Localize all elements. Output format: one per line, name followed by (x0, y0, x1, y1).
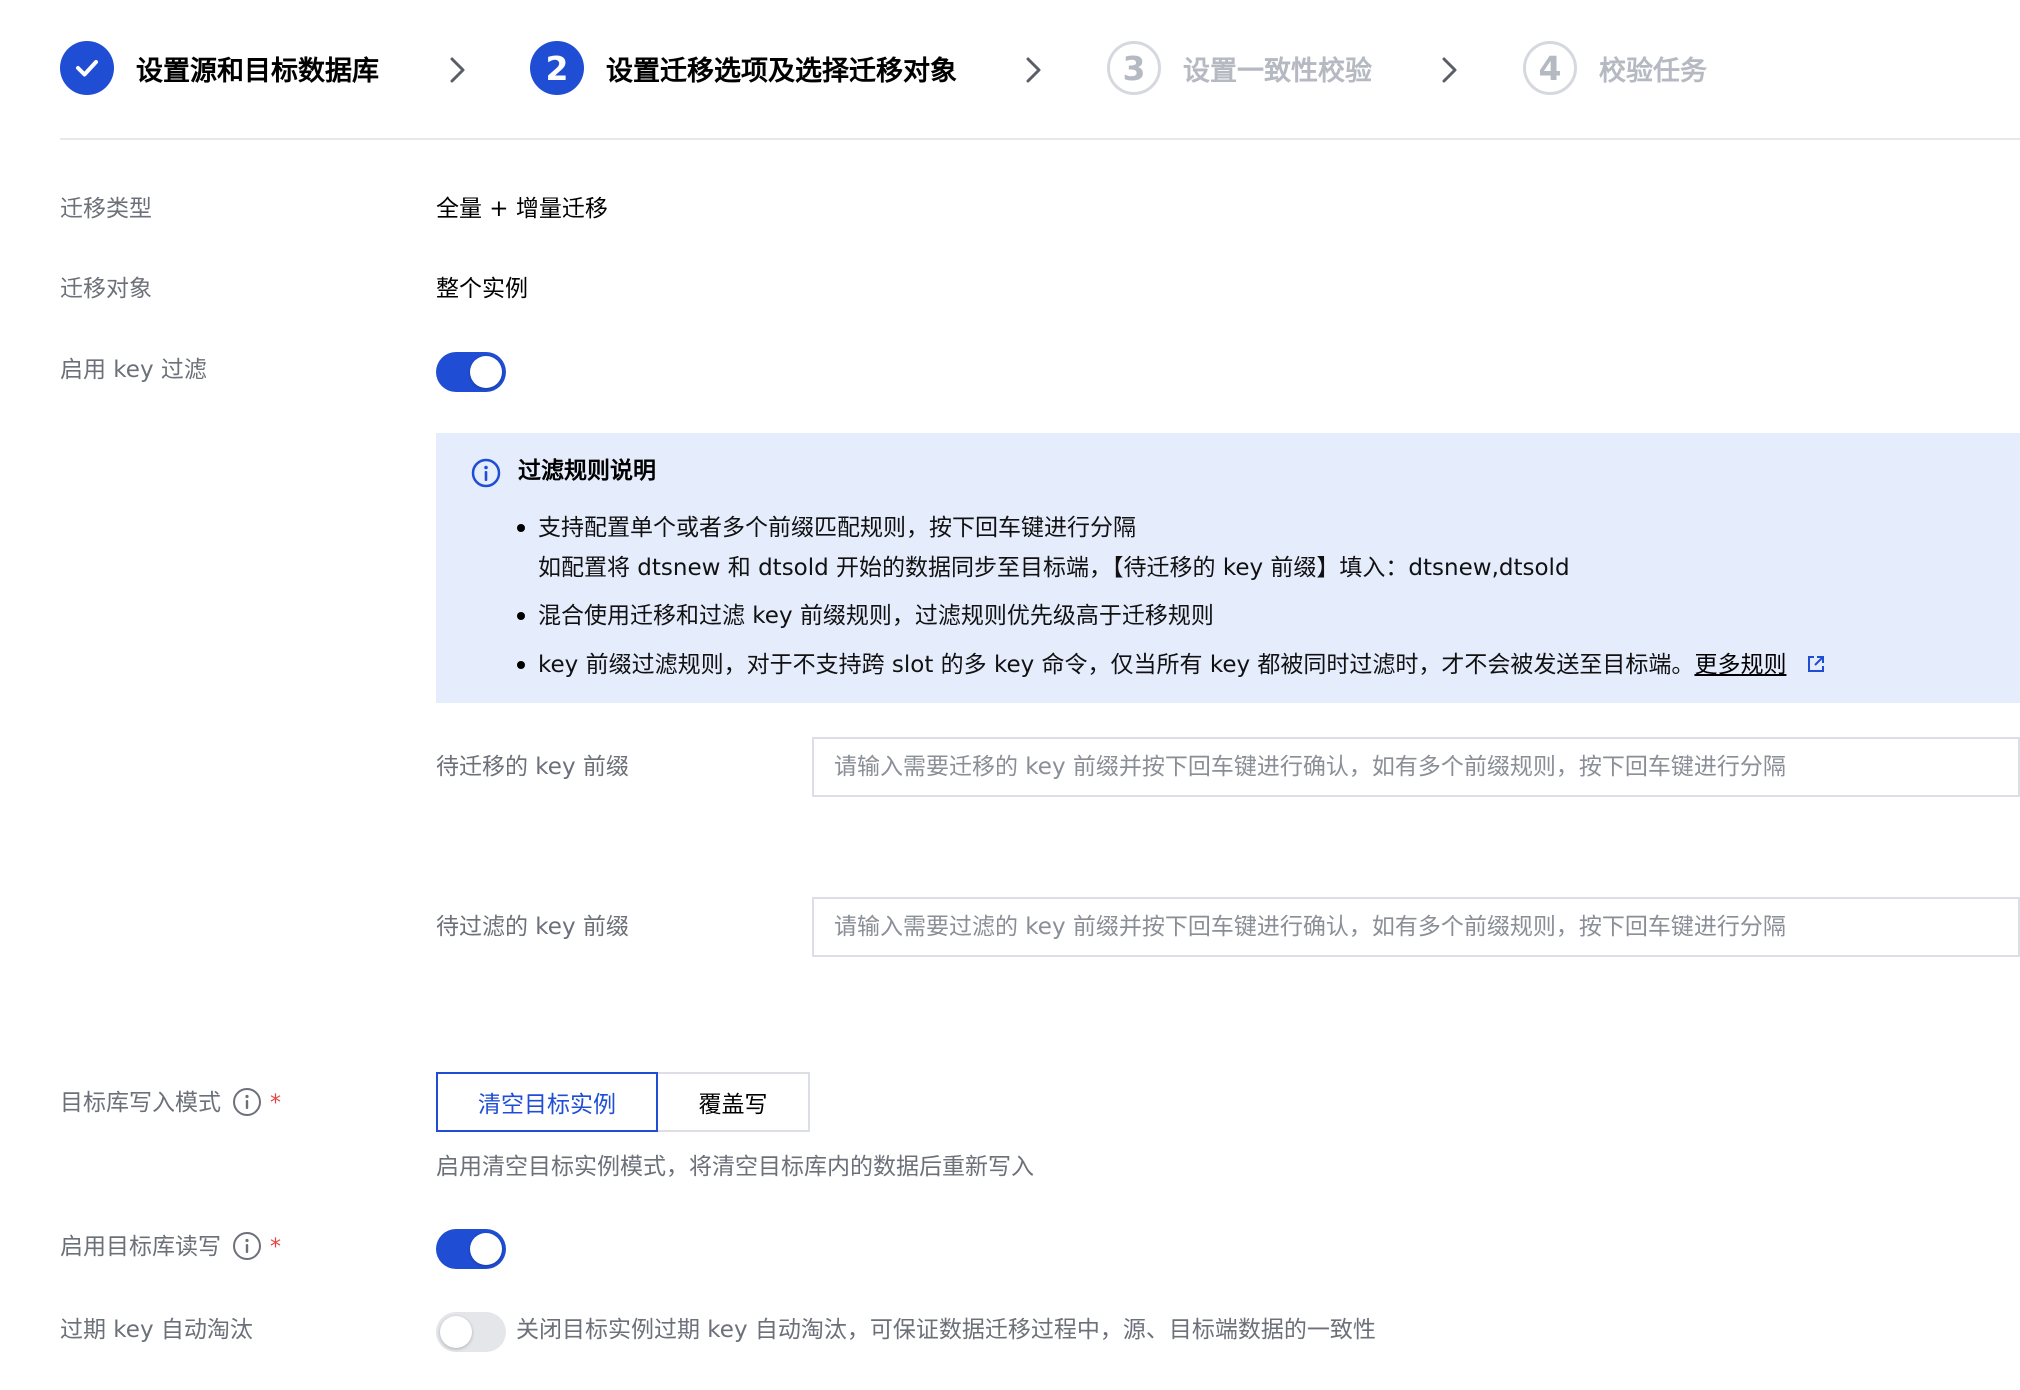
bullet (517, 524, 525, 532)
info-circle-icon[interactable] (232, 1231, 262, 1261)
step-1-check-icon (60, 41, 114, 95)
migrate-prefix-label: 待迁移的 key 前缀 (436, 754, 629, 780)
bullet (517, 612, 525, 620)
chevron-right-icon (1442, 57, 1457, 83)
key-filter-label: 启用 key 过滤 (60, 357, 207, 383)
step-3-label: 设置一致性校验 (1183, 56, 1372, 87)
write-mode-hint: 启用清空目标实例模式，将清空目标库内的数据后重新写入 (436, 1154, 1034, 1180)
info-circle-icon[interactable] (232, 1087, 262, 1117)
migration-object-value: 整个实例 (436, 276, 528, 302)
check-icon (76, 60, 98, 77)
expire-key-switch[interactable] (436, 1312, 506, 1352)
key-filter-switch[interactable] (436, 352, 506, 392)
filter-info-item-3: key 前缀过滤规则，对于不支持跨 slot 的多 key 命令，仅当所有 ke… (538, 650, 1826, 680)
step-1-label[interactable]: 设置源和目标数据库 (136, 55, 379, 89)
chevron-right-icon (450, 57, 465, 83)
filter-info-title: 过滤规则说明 (518, 458, 656, 484)
required-mark: * (270, 1235, 281, 1260)
filter-info-item-3-text: key 前缀过滤规则，对于不支持跨 slot 的多 key 命令，仅当所有 ke… (538, 652, 1695, 678)
migration-type-label: 迁移类型 (60, 196, 152, 222)
write-mode-label: 目标库写入模式 (60, 1090, 221, 1116)
filter-info-item-2: 混合使用迁移和过滤 key 前缀规则，过滤规则优先级高于迁移规则 (538, 603, 1214, 629)
step-4-number: 4 (1523, 41, 1577, 95)
external-link-icon[interactable] (1806, 654, 1826, 674)
step-3-number: 3 (1107, 41, 1161, 95)
steps-divider (60, 138, 2020, 140)
switch-knob (440, 1316, 472, 1348)
expire-key-hint: 关闭目标实例过期 key 自动淘汰，可保证数据迁移过程中，源、目标端数据的一致性 (516, 1317, 1376, 1343)
write-mode-option-overwrite[interactable]: 覆盖写 (656, 1072, 810, 1132)
filter-prefix-label: 待过滤的 key 前缀 (436, 914, 629, 940)
write-mode-option-clear[interactable]: 清空目标实例 (436, 1072, 658, 1132)
switch-knob (470, 1233, 502, 1265)
step-4-label: 校验任务 (1599, 56, 1707, 87)
migration-type-value: 全量 + 增量迁移 (436, 196, 608, 222)
chevron-right-icon (1026, 57, 1041, 83)
switch-knob (470, 356, 502, 388)
migration-object-label: 迁移对象 (60, 276, 152, 302)
filter-info-item-1-example: 如配置将 dtsnew 和 dtsold 开始的数据同步至目标端，【待迁移的 k… (538, 555, 1570, 581)
target-rw-label: 启用目标库读写 (60, 1234, 221, 1260)
required-mark: * (270, 1091, 281, 1116)
more-rules-link[interactable]: 更多规则 (1694, 652, 1786, 678)
filter-prefix-input[interactable] (812, 897, 2020, 957)
target-rw-switch[interactable] (436, 1229, 506, 1269)
step-2-label[interactable]: 设置迁移选项及选择迁移对象 (606, 55, 957, 89)
expire-key-label: 过期 key 自动淘汰 (60, 1317, 253, 1343)
step-2-number: 2 (530, 41, 584, 95)
bullet (517, 661, 525, 669)
migrate-prefix-input[interactable] (812, 737, 2020, 797)
filter-info-item-1: 支持配置单个或者多个前缀匹配规则，按下回车键进行分隔 (538, 515, 1136, 541)
info-circle-icon (471, 458, 501, 488)
